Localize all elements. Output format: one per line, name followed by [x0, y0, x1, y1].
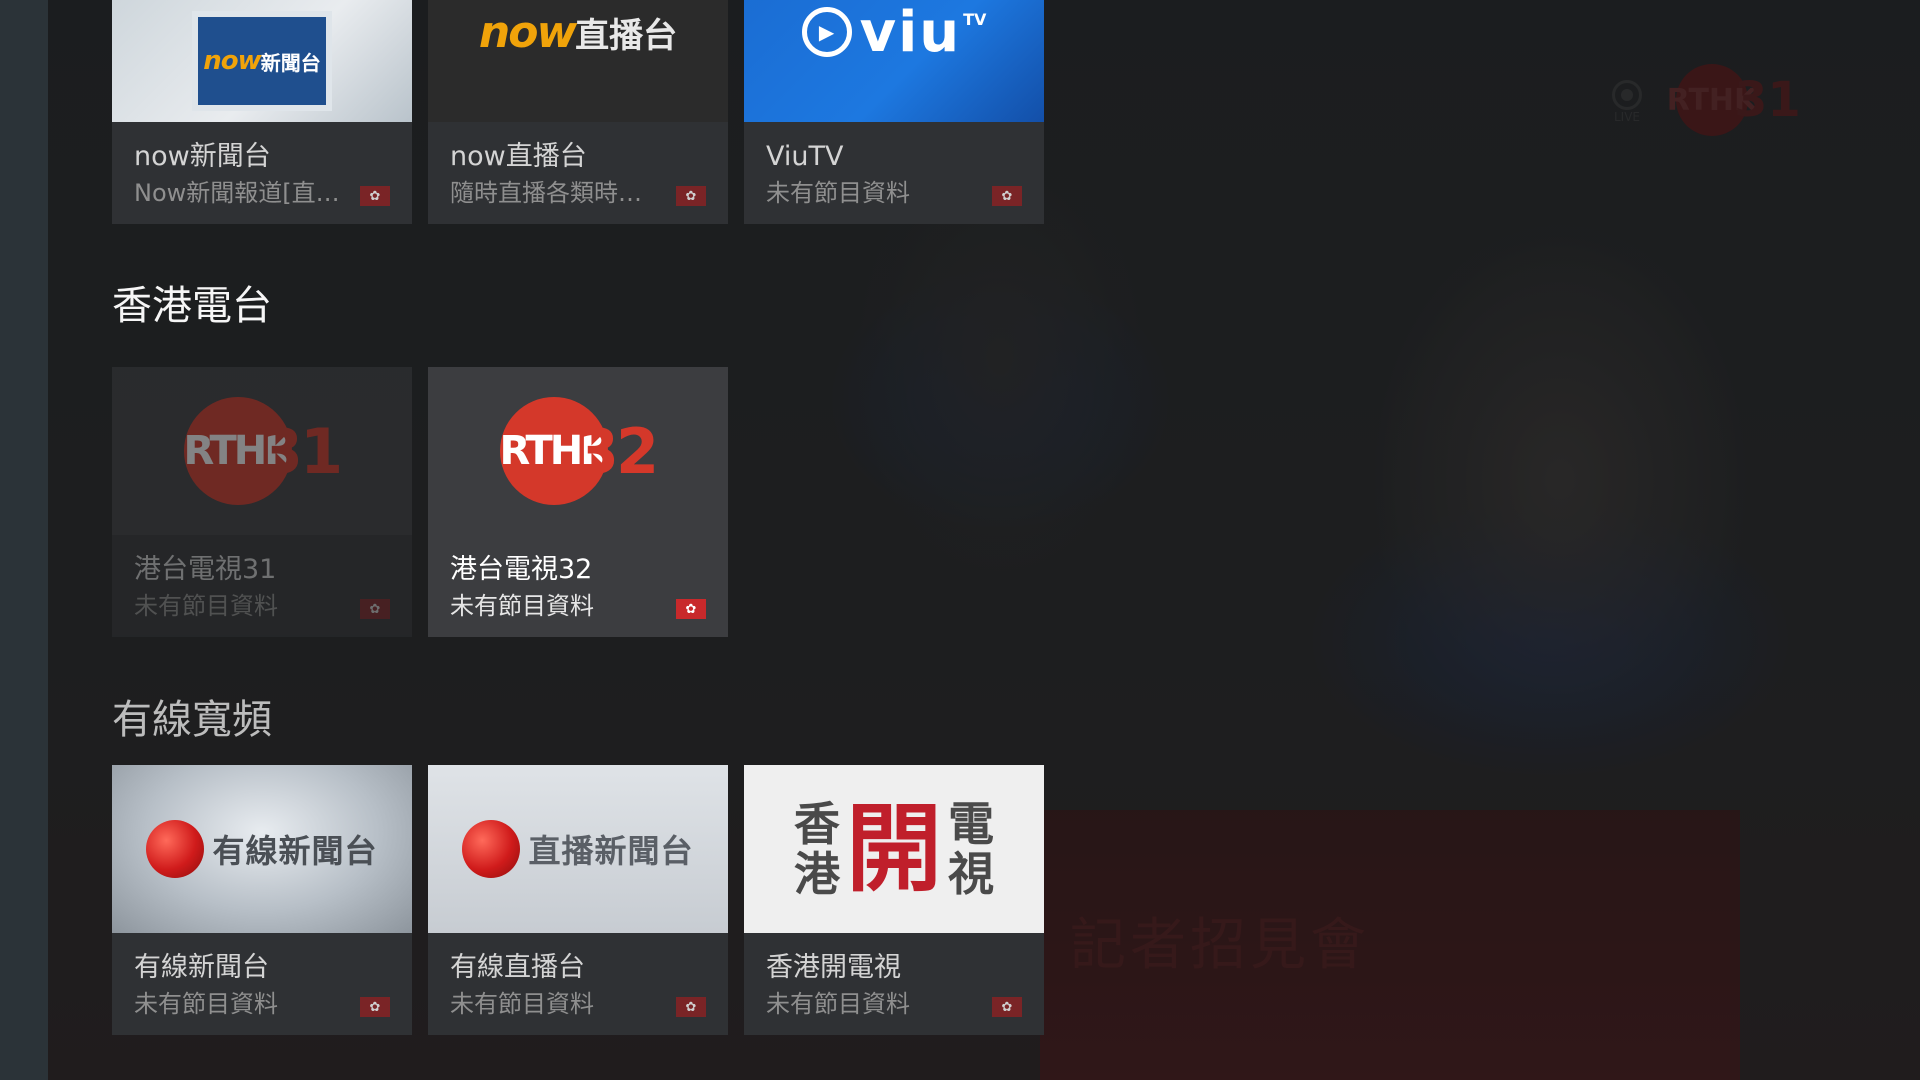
channel-info: 港台電視31 未有節目資料 ✿: [112, 535, 412, 637]
now-live-logo: now直播台: [478, 6, 678, 58]
channel-thumbnail: 香 港 開 電 視: [744, 765, 1044, 933]
hk-flag-icon: ✿: [360, 186, 390, 206]
channel-info: now直播台 隨時直播各類時事… ✿: [428, 122, 728, 224]
cable-ball-icon: [462, 820, 521, 878]
section-title-rthk: 香港電台: [112, 283, 272, 329]
tv-channel-browser: 記者招見會 LIVE RTHK 31 now 新聞台 now新聞台 Now新聞報道…: [0, 0, 1920, 1080]
channel-info: ViuTV 未有節目資料 ✿: [744, 122, 1044, 224]
channel-card-now-news[interactable]: now 新聞台 now新聞台 Now新聞報道[直播] ✿: [112, 0, 412, 224]
cable-ball-icon: [146, 820, 205, 878]
hk-flag-icon: ✿: [360, 599, 390, 619]
channel-info: 有線直播台 未有節目資料 ✿: [428, 933, 728, 1035]
hk-flag-icon: ✿: [992, 997, 1022, 1017]
rthk31-logo: RTHK 31: [183, 397, 343, 505]
channel-name: now新聞台: [134, 141, 271, 172]
hk-open-tv-logo: 香 港 開 電 視: [794, 793, 994, 905]
channel-thumbnail: RTHK 32: [428, 367, 728, 535]
channel-card-viutv[interactable]: ▶ viu TV ViuTV 未有節目資料 ✿: [744, 0, 1044, 224]
program-title: 未有節目資料: [134, 592, 278, 620]
channel-info: now新聞台 Now新聞報道[直播] ✿: [112, 122, 412, 224]
channel-name: 港台電視32: [450, 554, 593, 585]
program-title: 未有節目資料: [766, 179, 910, 207]
left-nav-rail[interactable]: [0, 0, 48, 1080]
channel-card-cable-live[interactable]: 直播新聞台 有線直播台 未有節目資料 ✿: [428, 765, 728, 1035]
hk-flag-icon: ✿: [676, 186, 706, 206]
section-title-cable: 有線寬頻: [112, 697, 272, 743]
channel-card-rthk32[interactable]: RTHK 32 港台電視32 未有節目資料 ✿: [428, 367, 728, 637]
program-title: 未有節目資料: [450, 592, 594, 620]
channel-info: 有線新聞台 未有節目資料 ✿: [112, 933, 412, 1035]
channel-card-hk-open-tv[interactable]: 香 港 開 電 視 香港開電視 未有節目資料 ✿: [744, 765, 1044, 1035]
now-news-logo: now 新聞台: [192, 11, 332, 111]
channel-thumbnail: now 新聞台: [112, 0, 412, 122]
channel-thumbnail: 有線新聞台: [112, 765, 412, 933]
channel-name: 有線直播台: [450, 952, 585, 983]
channel-name: 香港開電視: [766, 952, 901, 983]
cable-news-logo: 有線新聞台: [146, 820, 377, 878]
program-title: 未有節目資料: [134, 990, 278, 1018]
channel-thumbnail: ▶ viu TV: [744, 0, 1044, 122]
program-title: Now新聞報道[直播]: [134, 179, 344, 207]
channel-info: 香港開電視 未有節目資料 ✿: [744, 933, 1044, 1035]
channel-name: ViuTV: [766, 141, 844, 172]
play-icon: ▶: [801, 7, 852, 57]
channel-thumbnail: 直播新聞台: [428, 765, 728, 933]
hk-flag-icon: ✿: [676, 997, 706, 1017]
hk-flag-icon: ✿: [676, 599, 706, 619]
channel-name: 有線新聞台: [134, 952, 269, 983]
channel-card-now-live[interactable]: now直播台 now直播台 隨時直播各類時事… ✿: [428, 0, 728, 224]
hk-flag-icon: ✿: [992, 186, 1022, 206]
channel-thumbnail: RTHK 31: [112, 367, 412, 535]
viutv-logo: ▶ viu TV: [801, 0, 986, 65]
program-title: 未有節目資料: [766, 990, 910, 1018]
channel-name: now直播台: [450, 141, 587, 172]
program-title: 隨時直播各類時事…: [450, 179, 660, 207]
channel-card-rthk31[interactable]: RTHK 31 港台電視31 未有節目資料 ✿: [112, 367, 412, 637]
cable-live-logo: 直播新聞台: [462, 820, 693, 878]
channel-thumbnail: now直播台: [428, 0, 728, 122]
channel-card-cable-news[interactable]: 有線新聞台 有線新聞台 未有節目資料 ✿: [112, 765, 412, 1035]
channel-name: 港台電視31: [134, 554, 277, 585]
channel-info: 港台電視32 未有節目資料 ✿: [428, 535, 728, 637]
hk-flag-icon: ✿: [360, 997, 390, 1017]
rthk32-logo: RTHK 32: [499, 397, 659, 505]
program-title: 未有節目資料: [450, 990, 594, 1018]
